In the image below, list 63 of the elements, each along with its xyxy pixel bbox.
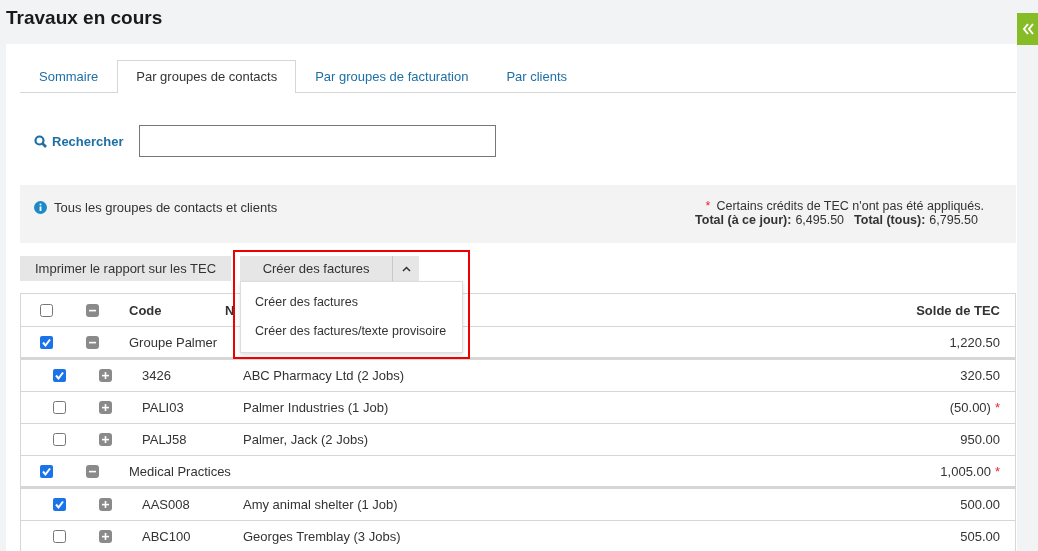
client-code: PALJ58	[142, 432, 188, 447]
asterisk-mark: *	[994, 463, 1000, 479]
collapse-icon[interactable]	[86, 335, 99, 349]
search-field[interactable]	[139, 125, 496, 157]
balance-value: 505.00	[960, 529, 1000, 544]
note-text: Certains crédits de TEC n'ont pas été appliqués.	[716, 199, 984, 213]
tab[interactable]: Par clients	[487, 60, 587, 92]
menu-item[interactable]: Créer des factures/texte provisoire	[241, 317, 463, 346]
checkbox[interactable]	[40, 303, 53, 317]
balance-value: 1,005.00	[940, 463, 991, 479]
tab[interactable]: Sommaire	[20, 60, 118, 92]
client-code: AAS008	[142, 497, 191, 512]
expand-icon[interactable]	[99, 369, 112, 382]
group-name: Groupe Palmer	[129, 334, 219, 350]
expand-icon[interactable]	[99, 401, 112, 414]
checkbox[interactable]	[53, 530, 66, 543]
client-name: ABC Pharmacy Ltd (2 Jobs)	[243, 368, 405, 383]
collapse-panel-button[interactable]	[1017, 13, 1038, 45]
client-name: Georges Tremblay (3 Jobs)	[243, 529, 401, 544]
info-icon	[34, 200, 47, 214]
checkbox[interactable]	[40, 335, 53, 349]
search-label[interactable]: Rechercher	[34, 133, 139, 149]
client-name: Palmer Industries (1 Job)	[243, 400, 389, 415]
checkbox[interactable]	[53, 433, 66, 446]
total-value: 6,495.50	[795, 213, 845, 227]
column-header[interactable]: Solde de TEC	[916, 302, 1015, 318]
checkbox[interactable]	[53, 369, 66, 382]
balance-value: 950.00	[960, 432, 1000, 447]
client-code: 3426	[142, 368, 172, 383]
tab[interactable]: Par groupes de contacts	[117, 60, 297, 93]
expand-icon[interactable]	[99, 433, 112, 446]
balance-value: 320.50	[960, 368, 1000, 383]
page-title: Travaux en cours	[5, 6, 163, 29]
column-header[interactable]: Code	[129, 302, 225, 318]
dropdown-toggle-button[interactable]	[392, 256, 420, 281]
checkbox[interactable]	[53, 401, 66, 414]
caret-icon	[401, 265, 411, 272]
checkbox[interactable]	[40, 464, 53, 478]
asterisk-mark: *	[994, 400, 1000, 415]
balance-value: 500.00	[960, 497, 1000, 512]
client-name: Palmer, Jack (2 Jobs)	[243, 432, 368, 447]
client-code: ABC100	[142, 529, 192, 544]
group-name: Medical Practices	[129, 463, 232, 479]
balance-value: (50.00)	[949, 400, 991, 415]
asterisk-mark: *	[705, 199, 711, 213]
total-value: 6,795.50	[929, 213, 978, 227]
client-code: PALI03	[142, 400, 185, 415]
checkbox[interactable]	[53, 498, 66, 511]
create-invoices-button[interactable]: Créer des factures	[240, 256, 393, 281]
expand-icon[interactable]	[99, 530, 112, 543]
total-label: Total (tous):	[854, 213, 926, 227]
double-chevron-icon	[1021, 22, 1034, 36]
total-label: Total (à ce jour):	[695, 213, 792, 227]
menu-item[interactable]: Créer des factures	[241, 288, 463, 317]
search-icon	[34, 134, 47, 148]
collapse-icon[interactable]	[86, 464, 99, 478]
print-report-button[interactable]: Imprimer le rapport sur les TEC	[20, 256, 232, 281]
tab[interactable]: Par groupes de facturation	[296, 60, 488, 92]
client-name: Amy animal shelter (1 Job)	[243, 497, 398, 512]
balance-value: 1,220.50	[949, 334, 1000, 350]
info-text: Tous les groupes de contacts et clients	[54, 199, 278, 215]
collapse-icon[interactable]	[86, 303, 99, 317]
expand-icon[interactable]	[99, 498, 112, 511]
